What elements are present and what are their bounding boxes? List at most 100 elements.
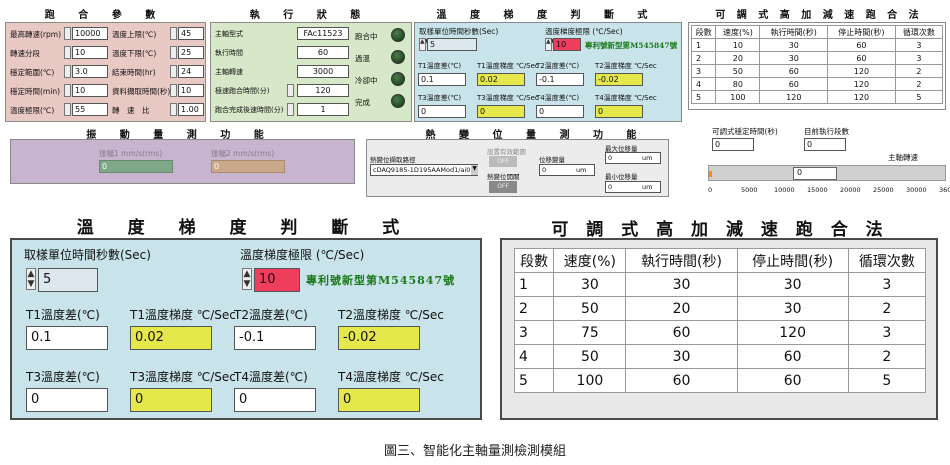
gradient-limit-spinner[interactable]: ▲▼ xyxy=(545,38,555,51)
run-param-field[interactable]: 1.00 xyxy=(178,103,204,116)
table-cell[interactable]: 3 xyxy=(894,38,944,52)
table-cell[interactable]: 2 xyxy=(513,296,555,321)
table-cell[interactable]: 50 xyxy=(553,344,627,369)
gradient-limit-field-big[interactable]: 10 xyxy=(254,268,300,292)
table-cell[interactable]: 60 xyxy=(759,64,829,78)
table-cell[interactable]: 60 xyxy=(736,344,849,369)
run-param-spinner[interactable] xyxy=(64,27,71,40)
table-cell[interactable]: 10 xyxy=(715,38,761,52)
table-cell[interactable]: 5 xyxy=(847,368,927,393)
sample-time-field[interactable]: 5 xyxy=(427,38,477,51)
table-cell[interactable]: 120 xyxy=(827,77,896,91)
table-cell[interactable]: 4 xyxy=(690,77,717,91)
spindle-speed-slider[interactable]: 0 xyxy=(708,165,946,181)
exec-status-field: 3000 xyxy=(297,65,349,78)
table-cell[interactable]: 3 xyxy=(847,320,927,345)
table-cell[interactable]: 30 xyxy=(759,38,829,52)
zero-range-button[interactable]: OFF xyxy=(489,156,517,167)
table-cell[interactable]: 20 xyxy=(715,51,761,65)
table-cell[interactable]: 30 xyxy=(625,344,738,369)
accel-small-table[interactable]: 段數 速度(%) 執行時間(秒) 停止時間(秒) 循環次數 1 10 30 60 3 2 20 30 60… xyxy=(690,25,944,104)
run-params-title: 跑 合 參 數 xyxy=(44,10,166,21)
table-cell[interactable]: 5 xyxy=(513,368,555,393)
table-cell[interactable]: 30 xyxy=(736,296,849,321)
temp-small-title: 溫 度 梯 度 判 斷 式 xyxy=(436,10,658,21)
table-cell[interactable]: 100 xyxy=(553,368,627,393)
run-param-spinner[interactable] xyxy=(170,84,177,97)
run-param-field[interactable]: 10 xyxy=(72,46,108,59)
max-displacement-value: 0 xyxy=(608,154,613,162)
run-param-spinner[interactable] xyxy=(64,84,71,97)
accel-small-title: 可 調 式 高 加 減 速 跑 合 法 xyxy=(715,10,923,21)
run-param-field[interactable]: 24 xyxy=(178,65,204,78)
table-cell[interactable]: 3 xyxy=(690,64,717,78)
slider-value-box[interactable]: 0 xyxy=(793,167,837,180)
run-param-field[interactable]: 45 xyxy=(178,27,204,40)
run-param-spinner[interactable] xyxy=(64,65,71,78)
table-cell[interactable]: 120 xyxy=(827,64,896,78)
run-param-label: 溫度上限(℃) xyxy=(112,30,157,39)
run-param-field[interactable]: 10000 xyxy=(72,27,108,40)
table-cell[interactable]: 2 xyxy=(847,344,927,369)
run-param-label: 溫度極限(℃) xyxy=(10,106,55,115)
table-cell[interactable]: 100 xyxy=(715,90,761,104)
table-cell[interactable]: 3 xyxy=(847,272,927,297)
temp-small-field: 0 xyxy=(477,105,525,118)
table-cell[interactable]: 20 xyxy=(625,296,738,321)
run-param-field[interactable]: 3.0 xyxy=(72,65,108,78)
table-cell[interactable]: 60 xyxy=(625,320,738,345)
table-cell[interactable]: 120 xyxy=(827,90,896,104)
table-cell[interactable]: 120 xyxy=(759,90,829,104)
thermal-enable-button[interactable]: OFF xyxy=(489,181,517,193)
exec-status-spinner[interactable] xyxy=(287,103,294,116)
run-param-spinner[interactable] xyxy=(170,103,177,116)
run-param-spinner[interactable] xyxy=(64,103,71,116)
table-cell[interactable]: 60 xyxy=(759,77,829,91)
accel-big-table[interactable]: 段數 速度(%) 執行時間(秒) 停止時間(秒) 循環次數 1 30 30 30 3 2 50 20 30… xyxy=(513,248,927,393)
chevron-down-icon[interactable]: ▼ xyxy=(471,165,478,175)
exec-status-field[interactable]: 120 xyxy=(297,84,349,97)
table-cell[interactable]: 30 xyxy=(625,272,738,297)
sample-time-spinner[interactable]: ▲▼ xyxy=(419,38,429,51)
table-cell[interactable]: 5 xyxy=(894,90,944,104)
run-param-field[interactable]: 55 xyxy=(72,103,108,116)
run-param-field[interactable]: 10 xyxy=(72,84,108,97)
exec-status-field[interactable]: 1 xyxy=(297,103,349,116)
table-cell[interactable]: 2 xyxy=(690,51,717,65)
table-cell[interactable]: 2 xyxy=(894,77,944,91)
thermal-path-select[interactable]: cDAQ9185-1D195AAMod1/ai0 xyxy=(370,164,478,176)
run-param-spinner[interactable] xyxy=(64,46,71,59)
temp-small-field: -0.1 xyxy=(536,73,584,86)
table-cell[interactable]: 2 xyxy=(894,64,944,78)
sample-time-spinner-big[interactable]: ▲ ▼ xyxy=(26,268,36,290)
table-cell[interactable]: 60 xyxy=(625,368,738,393)
table-cell[interactable]: 50 xyxy=(715,64,761,78)
table-cell[interactable]: 80 xyxy=(715,77,761,91)
table-cell[interactable]: 3 xyxy=(894,51,944,65)
gradient-limit-spinner-big[interactable]: ▲ ▼ xyxy=(242,268,252,290)
table-cell[interactable]: 1 xyxy=(690,38,717,52)
run-param-spinner[interactable] xyxy=(170,27,177,40)
table-cell[interactable]: 1 xyxy=(513,272,555,297)
table-cell[interactable]: 2 xyxy=(847,296,927,321)
table-cell[interactable]: 60 xyxy=(827,38,896,52)
table-cell[interactable]: 3 xyxy=(513,320,555,345)
table-cell[interactable]: 120 xyxy=(736,320,849,345)
table-cell[interactable]: 5 xyxy=(690,90,717,104)
exec-status-spinner[interactable] xyxy=(287,84,294,97)
table-cell[interactable]: 30 xyxy=(759,51,829,65)
run-param-field[interactable]: 25 xyxy=(178,46,204,59)
table-cell[interactable]: 75 xyxy=(553,320,627,345)
run-param-field[interactable]: 10 xyxy=(178,84,204,97)
gradient-limit-field[interactable]: 10 xyxy=(553,38,581,51)
table-cell[interactable]: 30 xyxy=(553,272,627,297)
table-cell[interactable]: 60 xyxy=(827,51,896,65)
table-cell[interactable]: 60 xyxy=(736,368,849,393)
table-cell[interactable]: 50 xyxy=(553,296,627,321)
table-cell[interactable]: 4 xyxy=(513,344,555,369)
stable-time-field[interactable]: 0 xyxy=(712,138,754,151)
table-cell[interactable]: 30 xyxy=(736,272,849,297)
run-param-spinner[interactable] xyxy=(170,65,177,78)
run-param-spinner[interactable] xyxy=(170,46,177,59)
sample-time-field-big[interactable]: 5 xyxy=(38,268,98,292)
